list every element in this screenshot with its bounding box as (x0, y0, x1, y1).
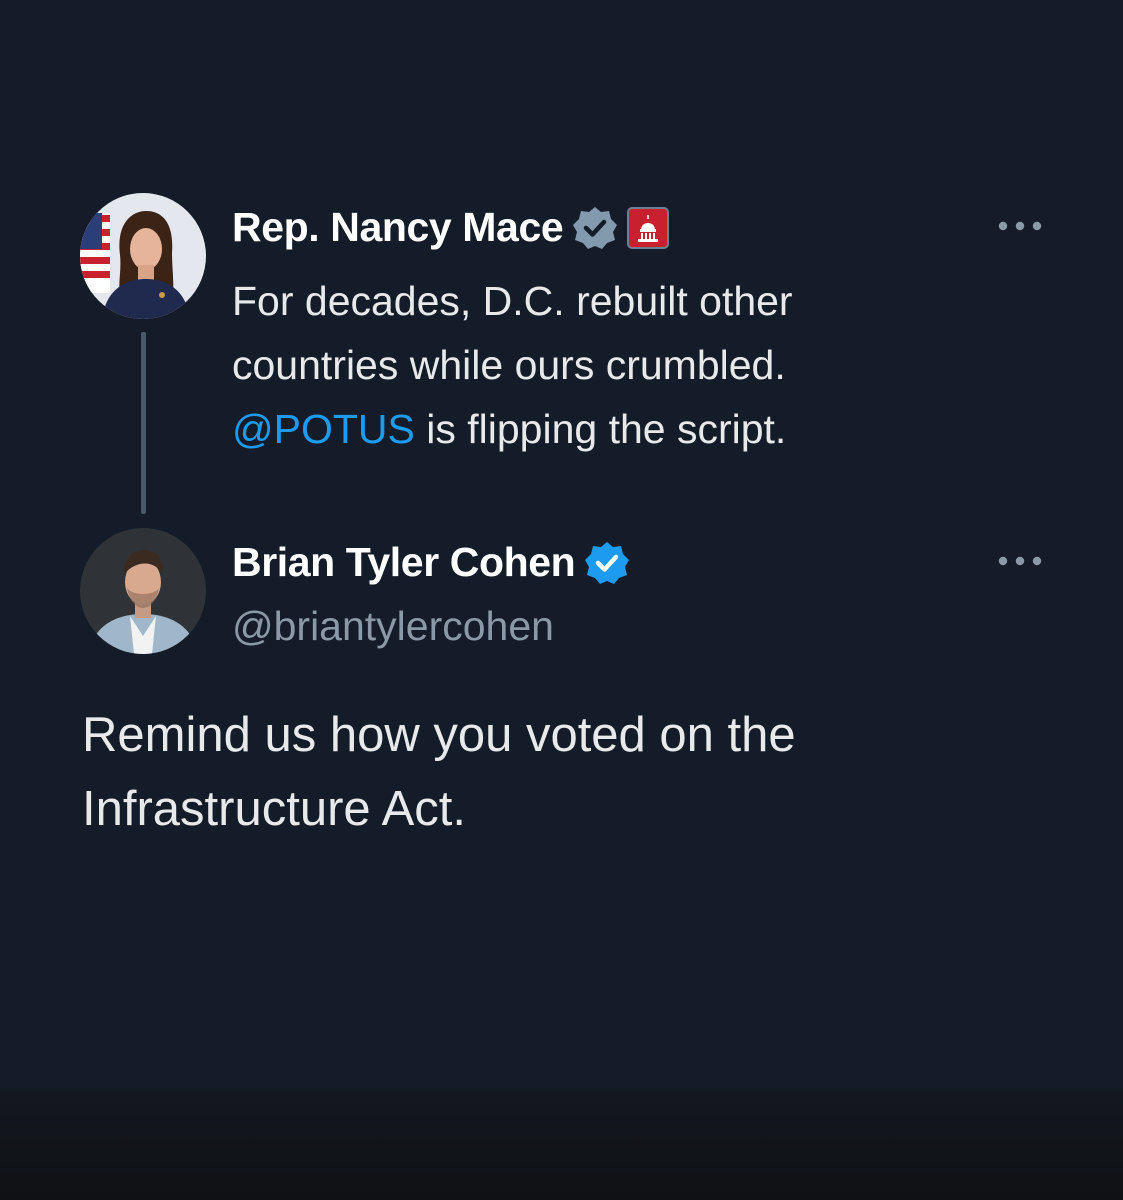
reply-text-line-2: Infrastructure Act. (82, 782, 466, 836)
blue-verified-badge-icon (585, 541, 630, 585)
thread-connector-line (141, 332, 146, 514)
quoted-text-line-1: For decades, D.C. rebuilt other (232, 278, 793, 324)
quoted-author-row: Rep. Nancy Mace (232, 204, 670, 251)
quoted-tweet-text: For decades, D.C. rebuilt other countrie… (232, 269, 793, 461)
us-house-capitol-badge-icon (627, 206, 670, 249)
quoted-text-line-2: countries while ours crumbled. (232, 342, 786, 388)
reply-tweet-text: Remind us how you voted on the Infrastru… (82, 698, 796, 846)
gray-verified-badge-icon (573, 206, 618, 250)
more-options-icon[interactable] (996, 218, 1044, 234)
quoted-author-name[interactable]: Rep. Nancy Mace (232, 204, 564, 251)
more-options-icon[interactable] (996, 553, 1044, 569)
avatar-nancy-mace[interactable] (80, 193, 206, 319)
quoted-text-line-3: @POTUS is flipping the script. (232, 397, 793, 461)
avatar-brian-tyler-cohen[interactable] (80, 528, 206, 654)
profile-photo-icon (80, 528, 206, 654)
quoted-text-line-3-rest: is flipping the script. (414, 406, 787, 452)
bottom-bar (0, 1088, 1123, 1200)
profile-photo-icon (80, 193, 206, 319)
reply-author-row: Brian Tyler Cohen (232, 539, 630, 586)
potus-mention-link[interactable]: @POTUS (232, 406, 415, 452)
reply-author-name[interactable]: Brian Tyler Cohen (232, 539, 576, 586)
reply-author-handle[interactable]: @briantylercohen (232, 603, 554, 650)
reply-text-line-1: Remind us how you voted on the (82, 708, 796, 762)
